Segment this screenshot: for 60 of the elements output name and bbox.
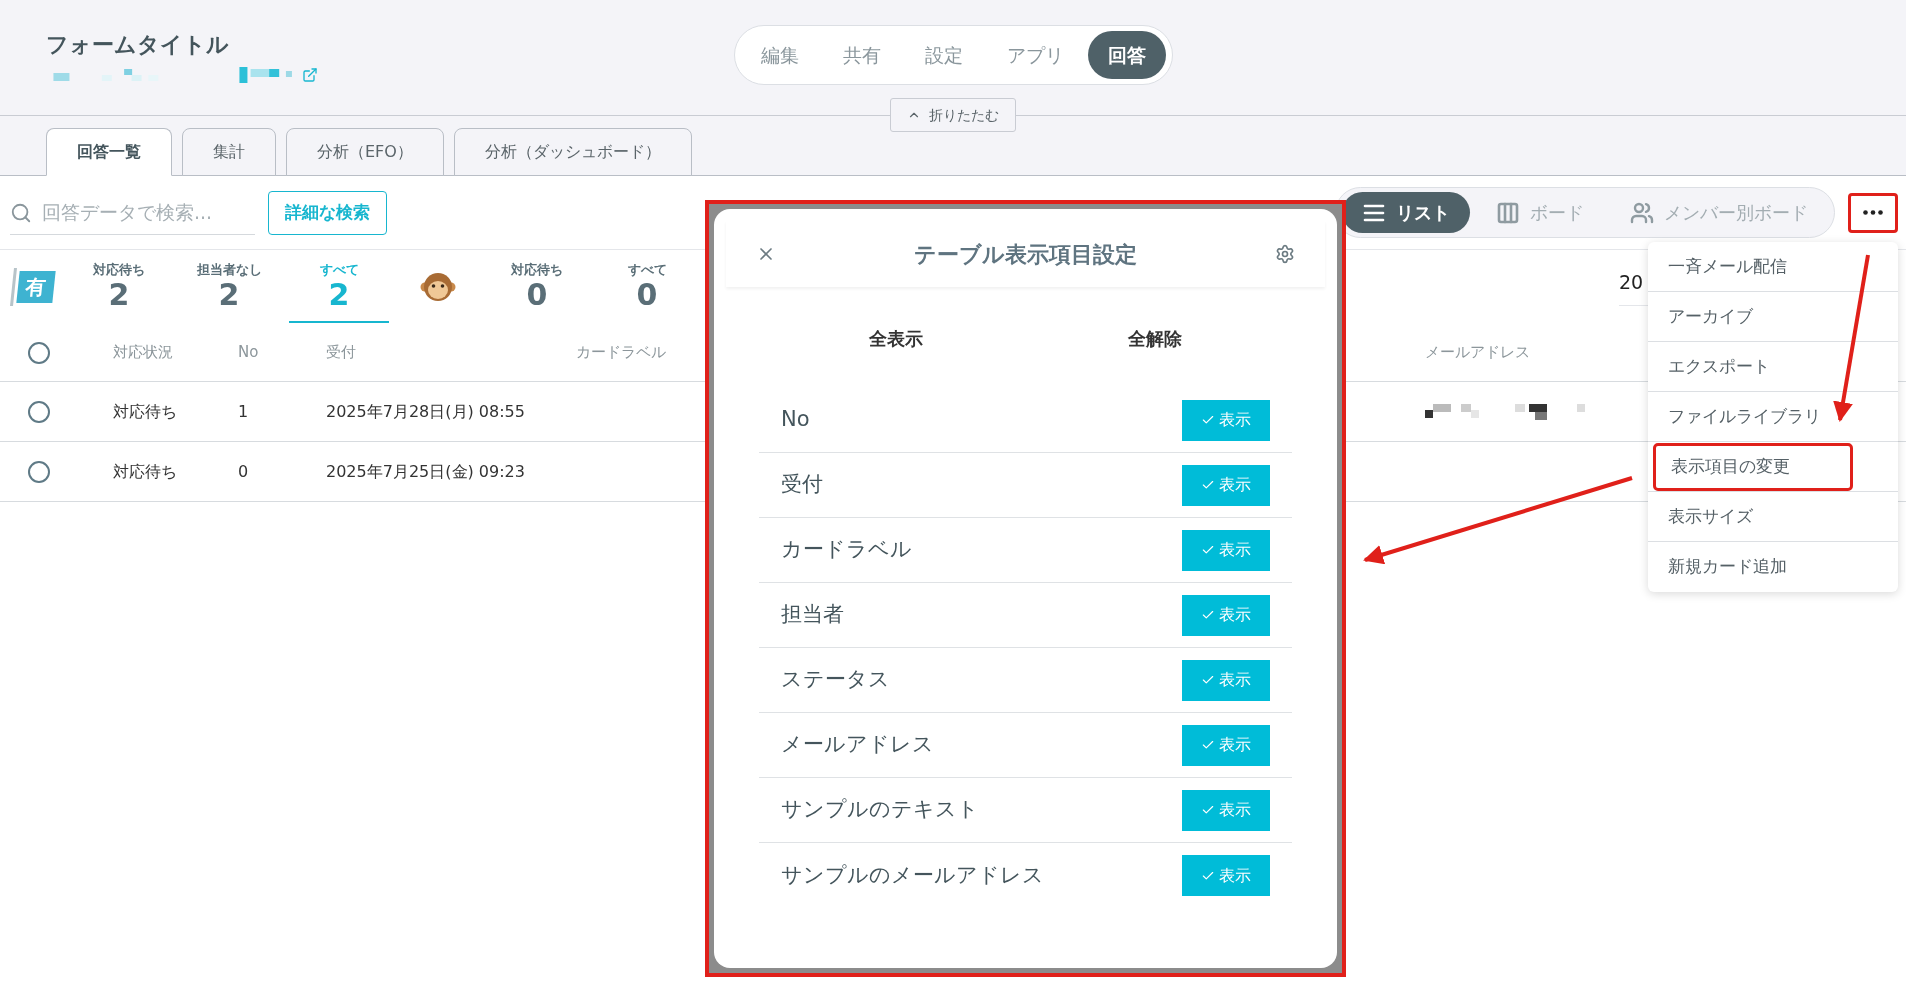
column-name: No [781, 406, 810, 434]
check-icon [1201, 608, 1215, 622]
modal-title: テーブル表示項目設定 [914, 240, 1137, 269]
nav-tab[interactable]: 共有 [822, 31, 901, 79]
table-cell: 対応待ち [113, 461, 177, 481]
column-header: カードラベル [576, 343, 666, 362]
view-tab[interactable]: 分析（ダッシュボード） [453, 128, 692, 176]
nav-tab[interactable]: 設定 [904, 31, 983, 79]
status-counter[interactable]: 対応待ち 0 [487, 251, 587, 323]
status-counter[interactable]: 対応待ち 2 [69, 251, 169, 323]
view-tab[interactable]: 分析（EFO） [286, 128, 444, 176]
check-icon [1201, 803, 1215, 817]
more-icon [1863, 210, 1883, 215]
nav-tab[interactable]: 回答 [1087, 31, 1166, 79]
column-name: ステータス [781, 666, 890, 694]
status-counter[interactable]: 担当者なし 2 [179, 251, 279, 323]
check-icon [1201, 543, 1215, 557]
columns-icon [1496, 200, 1520, 225]
menu-item[interactable]: エクスポート [1660, 342, 1778, 391]
column-name: 担当者 [781, 601, 844, 629]
menu-item[interactable]: ファイルライブラリ [1660, 392, 1829, 441]
table-cell: 0 [238, 461, 249, 481]
monkey-icon [420, 271, 456, 303]
form-title: フォームタイトル [46, 31, 230, 59]
column-name: サンプルのテキスト [781, 796, 979, 824]
view-tab[interactable]: 回答一覧 [46, 128, 172, 176]
row-radio[interactable] [28, 341, 50, 364]
nav-tab[interactable]: アプリ [986, 31, 1084, 79]
row-radio[interactable] [28, 460, 50, 483]
hide-all-button[interactable]: 全解除 [1128, 325, 1183, 352]
menu-item[interactable]: 表示サイズ [1660, 492, 1761, 541]
view-tab[interactable]: 集計 [182, 128, 276, 176]
table-cell: 2025年7月28日(月) 08:55 [326, 401, 525, 421]
table-cell: 1 [238, 401, 249, 421]
column-name: メールアドレス [781, 731, 934, 759]
column-header: 受付 [326, 343, 356, 362]
settings-icon[interactable] [1275, 244, 1295, 264]
collapse-button[interactable]: 折りたたむ [890, 98, 1016, 132]
column-name: サンプルのメールアドレス [781, 861, 1044, 889]
show-all-button[interactable]: 全表示 [868, 325, 923, 352]
search-icon [10, 201, 32, 224]
menu-item[interactable]: 新規カード追加 [1660, 543, 1795, 591]
row-radio[interactable] [28, 400, 50, 423]
column-name: 受付 [781, 471, 823, 499]
column-header: 対応状況 [113, 343, 173, 362]
check-icon [1201, 738, 1215, 752]
table-cell: 対応待ち [113, 401, 177, 421]
check-icon [1201, 478, 1215, 492]
check-icon [1201, 673, 1215, 687]
nav-tab[interactable]: 編集 [740, 31, 819, 79]
column-header: メールアドレス [1425, 343, 1530, 362]
more-button[interactable] [1848, 192, 1898, 233]
check-icon [1201, 413, 1215, 427]
users-icon [1630, 200, 1654, 225]
column-name: カードラベル [781, 536, 912, 564]
status-counter[interactable]: すべて 0 [597, 251, 697, 323]
search-field[interactable]: 回答データで検索... [10, 190, 255, 235]
menu-item[interactable]: 表示項目の変更 [1653, 442, 1853, 491]
table-cell: 2025年7月25日(金) 09:23 [326, 461, 525, 481]
column-header: No [238, 343, 259, 362]
